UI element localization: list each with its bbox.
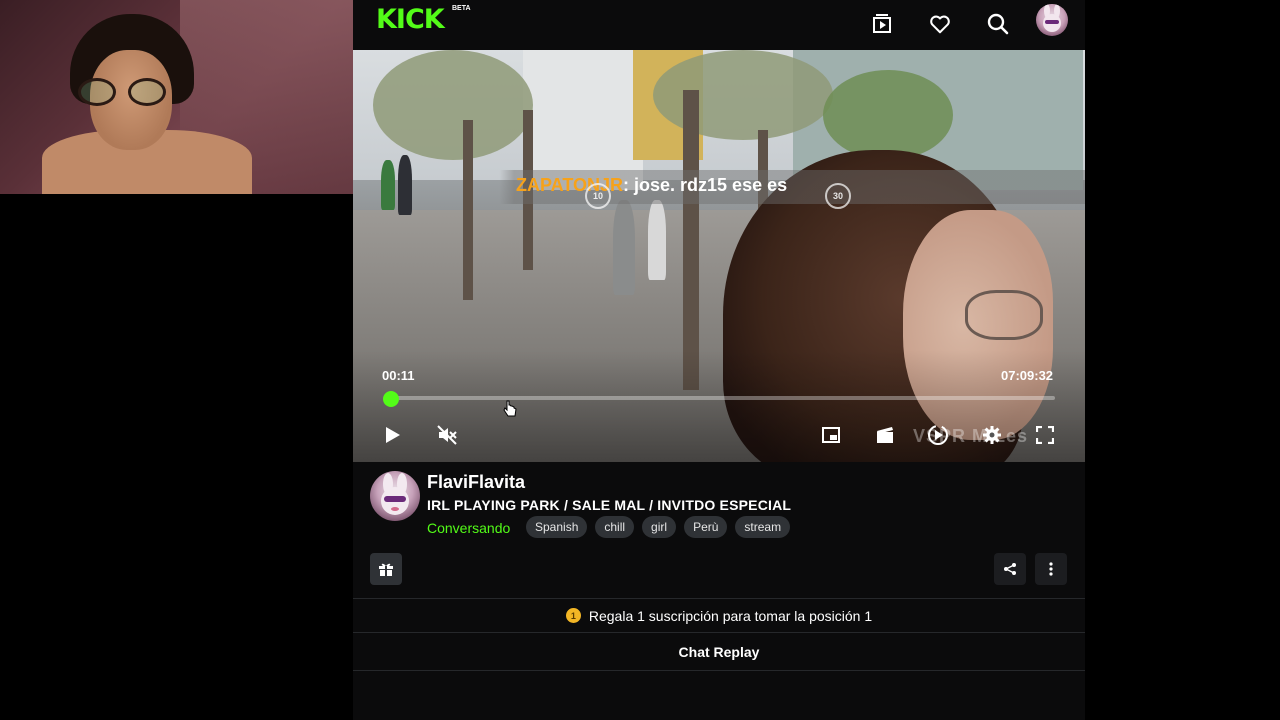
stream-category[interactable]: Conversando [427,520,510,536]
channel-name[interactable]: FlaviFlavita [427,472,525,493]
autoplay-icon[interactable] [925,422,951,448]
top-navigation-bar: KICK BETA [353,0,1085,50]
chat-overlay-message: ZAPATONJR: jose. rdz15 ese es [516,175,787,196]
chat-replay-header: Chat Replay [353,633,1085,671]
clip-icon[interactable] [872,422,898,448]
tag-peru[interactable]: Perù [684,516,728,538]
mouse-cursor-icon [503,400,517,418]
kick-logo[interactable]: KICK [376,6,445,33]
gift-leaderboard-banner[interactable]: 1 Regala 1 suscripción para tomar la pos… [353,598,1085,633]
share-icon [1004,563,1016,575]
miniplayer-icon[interactable] [818,422,844,448]
mute-icon[interactable] [434,422,460,448]
fullscreen-icon[interactable] [1032,422,1058,448]
heart-icon[interactable] [925,9,955,39]
tag-stream[interactable]: stream [735,516,791,538]
skip-forward-icon[interactable]: 30 [825,183,851,209]
settings-icon[interactable] [979,422,1005,448]
following-icon[interactable] [867,9,897,39]
stream-info-panel: FlaviFlavita IRL PLAYING PARK / SALE MAL… [353,462,1085,598]
tag-spanish[interactable]: Spanish [526,516,588,538]
user-avatar[interactable] [1036,4,1068,36]
gift-subscription-button[interactable] [370,553,402,585]
more-options-button[interactable] [1035,553,1067,585]
tag-chill[interactable]: chill [595,516,635,538]
streamer-webcam-overlay [0,0,376,194]
gift-icon [379,563,393,576]
coin-icon: 1 [565,608,581,623]
share-button[interactable] [994,553,1026,585]
tag-girl[interactable]: girl [642,516,677,538]
skip-back-icon[interactable]: 10 [585,183,611,209]
play-icon[interactable] [380,422,406,448]
search-icon[interactable] [983,9,1013,39]
kebab-menu-icon [1049,562,1053,576]
video-player[interactable]: ZAPATONJR: jose. rdz15 ese es 10 30 00:1… [353,50,1085,462]
beta-badge: BETA [452,5,471,12]
chat-overlay-text: : jose. rdz15 ese es [623,175,788,195]
stream-title: IRL PLAYING PARK / SALE MAL / INVITDO ES… [427,497,792,513]
kick-app: KICK BETA ZAPATONJR: jose. rdz15 ese es … [353,0,1085,720]
current-time: 00:11 [382,368,415,383]
seek-bar[interactable] [391,396,1055,400]
stream-tags: Spanish chill girl Perù stream [526,516,791,538]
channel-avatar[interactable] [370,471,420,521]
duration-time: 07:09:32 [1001,368,1054,383]
gift-banner-text: Regala 1 suscripción para tomar la posic… [588,607,873,624]
